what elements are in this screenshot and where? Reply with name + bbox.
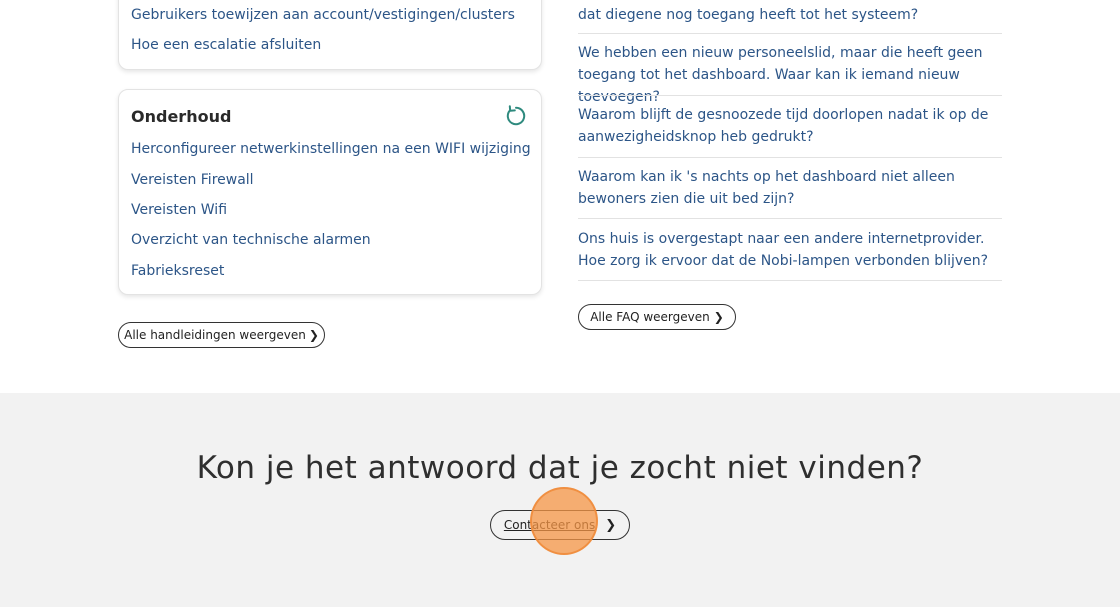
faq-item[interactable]: Waarom blijft de gesnoozede tijd doorlop…	[578, 104, 1002, 148]
faq-item[interactable]: dat diegene nog toegang heeft tot het sy…	[578, 4, 1002, 26]
guide-link-assign-users[interactable]: Gebruikers toewijzen aan account/vestigi…	[131, 7, 515, 23]
refresh-icon	[506, 105, 526, 126]
view-all-guides-button[interactable]: Alle handleidingen weergeven ❯	[118, 322, 325, 348]
guide-link-wifi[interactable]: Vereisten Wifi	[131, 202, 227, 218]
faq-divider	[578, 157, 1002, 158]
view-all-faq-button[interactable]: Alle FAQ weergeven ❯	[578, 304, 736, 330]
help-content-section: Gebruikers toewijzen aan account/vestigi…	[0, 0, 1120, 393]
card-title: Onderhoud	[131, 107, 232, 126]
chevron-right-icon: ❯	[713, 310, 724, 324]
guide-link-firewall[interactable]: Vereisten Firewall	[131, 172, 254, 188]
faq-divider	[578, 218, 1002, 219]
chevron-right-icon: ❯	[605, 517, 617, 533]
faq-divider	[578, 33, 1002, 34]
contact-button-label: Contacteer ons	[503, 518, 596, 532]
guide-card-previous: Gebruikers toewijzen aan account/vestigi…	[118, 0, 542, 70]
guide-card-maintenance: Onderhoud Herconfigureer netwerkinstelli…	[118, 89, 542, 295]
guide-link-technical-alarms[interactable]: Overzicht van technische alarmen	[131, 232, 371, 248]
chevron-right-icon: ❯	[308, 328, 319, 342]
view-all-faq-label: Alle FAQ weergeven	[590, 310, 710, 324]
contact-button[interactable]: Contacteer ons ❯	[490, 510, 630, 540]
guide-link-factory-reset[interactable]: Fabrieksreset	[131, 263, 224, 279]
faq-item[interactable]: Ons huis is overgestapt naar een andere …	[578, 228, 1002, 272]
faq-item[interactable]: Waarom kan ik 's nachts op het dashboard…	[578, 166, 1002, 210]
guide-link-close-escalation[interactable]: Hoe een escalatie afsluiten	[131, 37, 321, 53]
contact-section	[0, 393, 1120, 607]
faq-divider	[578, 280, 1002, 281]
guide-link-network-reconfig[interactable]: Herconfigureer netwerkinstellingen na ee…	[131, 141, 531, 157]
view-all-guides-label: Alle handleidingen weergeven	[124, 328, 306, 342]
faq-item[interactable]: We hebben een nieuw personeelslid, maar …	[578, 42, 1002, 108]
contact-heading: Kon je het antwoord dat je zocht niet vi…	[196, 450, 924, 486]
faq-divider	[578, 95, 1002, 96]
